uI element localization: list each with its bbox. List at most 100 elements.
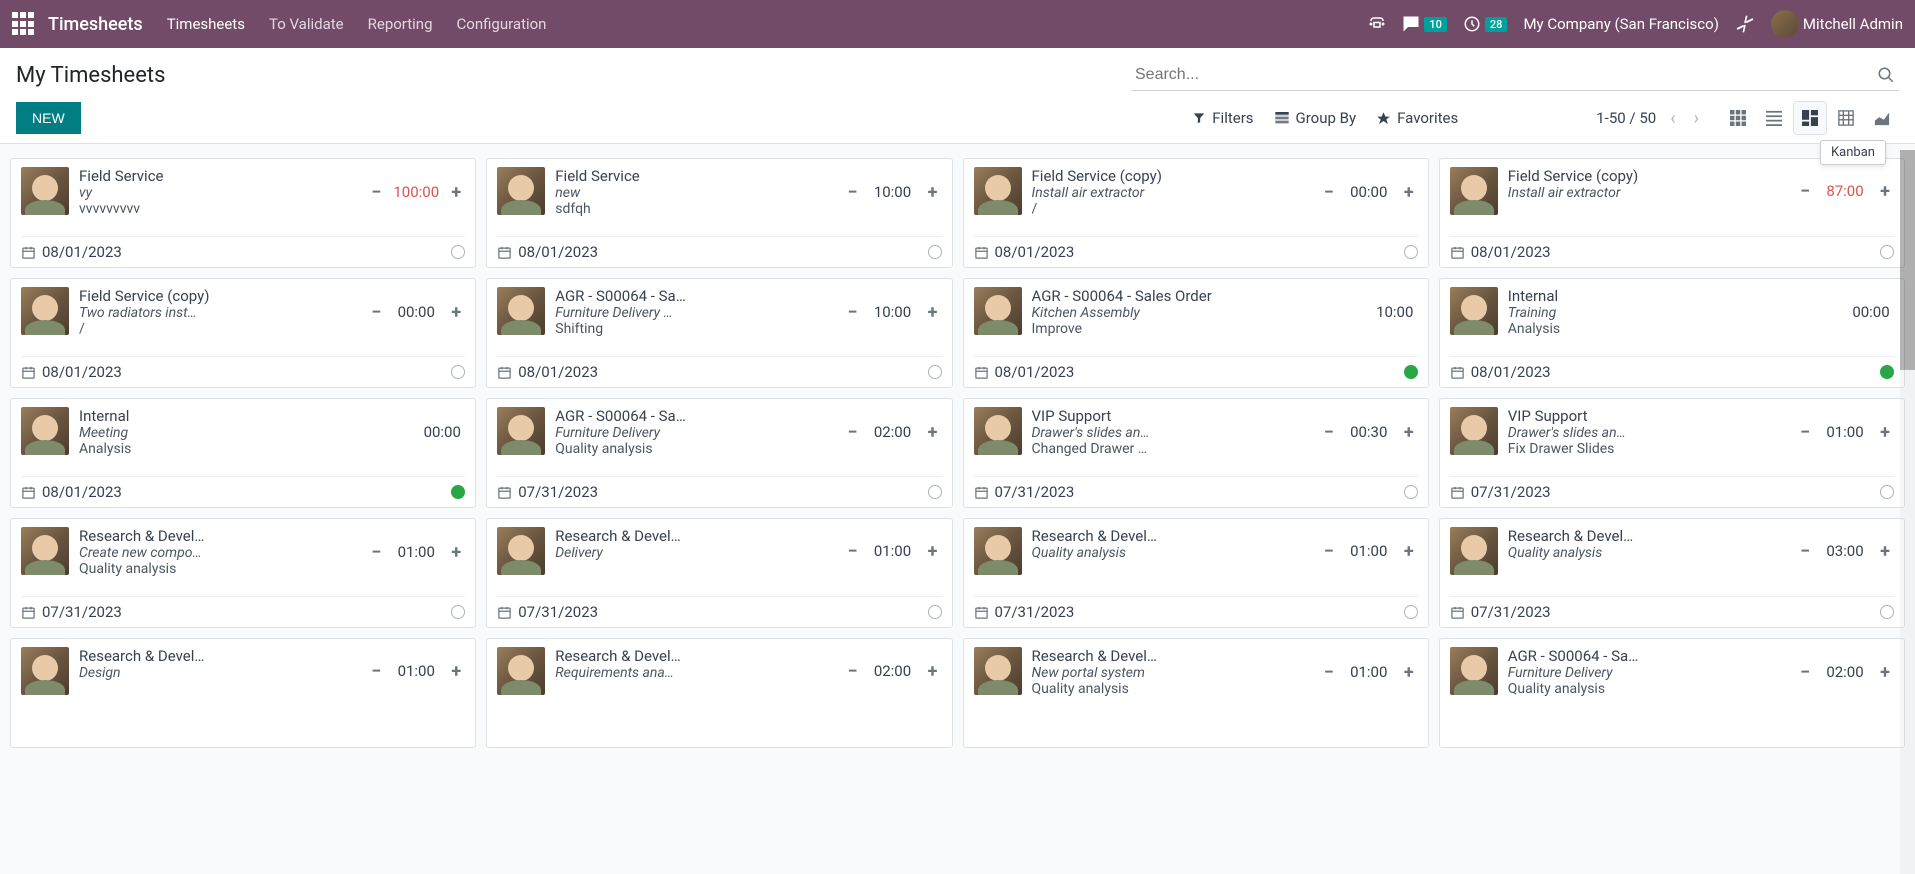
status-indicator[interactable] [1404, 365, 1418, 379]
status-indicator[interactable] [451, 605, 465, 619]
time-decrease-button[interactable]: − [844, 183, 862, 201]
status-indicator[interactable] [1880, 365, 1894, 379]
timesheet-card[interactable]: Field Service vy vvvvvvvvv − 100:00 + 08… [10, 158, 476, 268]
time-decrease-button[interactable]: − [1796, 182, 1814, 200]
groupby-dropdown[interactable]: Group By [1274, 109, 1357, 127]
time-increase-button[interactable]: + [924, 303, 942, 321]
timesheet-card[interactable]: Research & Devel… Requirements ana… − 02… [486, 638, 952, 748]
time-decrease-button[interactable]: − [844, 542, 862, 560]
timesheet-card[interactable]: Internal Training Analysis 00:00 08/01/2… [1439, 278, 1905, 388]
timesheet-card[interactable]: AGR - S00064 - Sales Order Kitchen Assem… [963, 278, 1429, 388]
pager-next[interactable]: › [1690, 108, 1703, 129]
timesheet-card[interactable]: Field Service new sdfqh − 10:00 + 08/01/… [486, 158, 952, 268]
time-decrease-button[interactable]: − [844, 423, 862, 441]
search-icon[interactable] [1873, 62, 1899, 88]
timesheet-card[interactable]: Field Service (copy) Install air extract… [963, 158, 1429, 268]
time-decrease-button[interactable]: − [844, 303, 862, 321]
timesheet-card[interactable]: AGR - S00064 - Sa… Furniture Delivery Qu… [1439, 638, 1905, 748]
timesheet-card[interactable]: Research & Devel… Quality analysis − 01:… [963, 518, 1429, 628]
timesheet-card[interactable]: Internal Meeting Analysis 00:00 08/01/20… [10, 398, 476, 508]
menu-configuration[interactable]: Configuration [457, 15, 547, 33]
timesheet-card[interactable]: Research & Devel… Quality analysis − 03:… [1439, 518, 1905, 628]
favorites-dropdown[interactable]: Favorites [1376, 109, 1458, 127]
time-decrease-button[interactable]: − [1796, 423, 1814, 441]
time-decrease-button[interactable]: − [367, 543, 385, 561]
scrollbar-thumb[interactable] [1900, 150, 1915, 370]
status-indicator[interactable] [451, 245, 465, 259]
time-decrease-button[interactable]: − [1320, 423, 1338, 441]
time-increase-button[interactable]: + [924, 183, 942, 201]
time-decrease-button[interactable]: − [1320, 663, 1338, 681]
time-increase-button[interactable]: + [447, 662, 465, 680]
time-decrease-button[interactable]: − [1796, 663, 1814, 681]
status-indicator[interactable] [1880, 245, 1894, 259]
menu-reporting[interactable]: Reporting [368, 15, 433, 33]
time-decrease-button[interactable]: − [1320, 542, 1338, 560]
timesheet-card[interactable]: AGR - S00064 - Sa… Furniture Delivery Qu… [486, 398, 952, 508]
view-graph-icon[interactable] [1865, 101, 1899, 135]
search-input[interactable] [1131, 60, 1873, 90]
time-increase-button[interactable]: + [447, 183, 465, 201]
timesheet-card[interactable]: Field Service (copy) Install air extract… [1439, 158, 1905, 268]
time-decrease-button[interactable]: − [367, 662, 385, 680]
view-kanban-icon[interactable]: Kanban [1793, 101, 1827, 135]
status-indicator[interactable] [1880, 605, 1894, 619]
status-indicator[interactable] [1880, 485, 1894, 499]
pager-prev[interactable]: ‹ [1666, 108, 1679, 129]
status-indicator[interactable] [928, 245, 942, 259]
timesheet-card[interactable]: Field Service (copy) Two radiators inst…… [10, 278, 476, 388]
app-brand[interactable]: Timesheets [48, 14, 143, 35]
time-decrease-button[interactable]: − [844, 662, 862, 680]
status-indicator[interactable] [1404, 245, 1418, 259]
filters-dropdown[interactable]: Filters [1192, 109, 1253, 127]
menu-timesheets[interactable]: Timesheets [167, 15, 245, 33]
time-decrease-button[interactable]: − [1796, 542, 1814, 560]
view-list-icon[interactable] [1757, 101, 1791, 135]
status-indicator[interactable] [1404, 485, 1418, 499]
time-increase-button[interactable]: + [1400, 183, 1418, 201]
company-switcher[interactable]: My Company (San Francisco) [1523, 15, 1718, 33]
user-menu[interactable]: Mitchell Admin [1771, 10, 1903, 38]
time-increase-button[interactable]: + [1876, 182, 1894, 200]
time-decrease-button[interactable]: − [1320, 183, 1338, 201]
timesheet-card[interactable]: Research & Devel… Create new compo… Qual… [10, 518, 476, 628]
timesheet-card[interactable]: VIP Support Drawer's slides an… Changed … [963, 398, 1429, 508]
timesheet-card[interactable]: Research & Devel… New portal system Qual… [963, 638, 1429, 748]
time-value: 00:30 [1346, 423, 1392, 441]
time-increase-button[interactable]: + [1400, 423, 1418, 441]
time-increase-button[interactable]: + [924, 542, 942, 560]
debug-icon[interactable] [1735, 14, 1755, 34]
time-decrease-button[interactable]: − [367, 183, 385, 201]
status-indicator[interactable] [451, 485, 465, 499]
time-increase-button[interactable]: + [1876, 663, 1894, 681]
time-increase-button[interactable]: + [447, 303, 465, 321]
status-indicator[interactable] [451, 365, 465, 379]
time-decrease-button[interactable]: − [367, 303, 385, 321]
pager-value[interactable]: 1-50 / 50 [1596, 109, 1656, 127]
scrollbar[interactable] [1900, 150, 1915, 874]
new-button[interactable]: NEW [16, 102, 81, 134]
time-increase-button[interactable]: + [1876, 542, 1894, 560]
view-pivot-icon[interactable] [1829, 101, 1863, 135]
status-indicator[interactable] [928, 365, 942, 379]
time-increase-button[interactable]: + [1400, 663, 1418, 681]
status-indicator[interactable] [928, 485, 942, 499]
timesheet-card[interactable]: Research & Devel… Design − 01:00 + [10, 638, 476, 748]
card-project: Field Service (copy) [79, 287, 357, 305]
apps-icon[interactable] [12, 12, 36, 36]
time-increase-button[interactable]: + [924, 423, 942, 441]
menu-to-validate[interactable]: To Validate [269, 15, 344, 33]
timesheet-card[interactable]: AGR - S00064 - Sa… Furniture Delivery … … [486, 278, 952, 388]
time-increase-button[interactable]: + [1400, 542, 1418, 560]
timesheet-card[interactable]: Research & Devel… Delivery − 01:00 + 07/… [486, 518, 952, 628]
timesheet-card[interactable]: VIP Support Drawer's slides an… Fix Draw… [1439, 398, 1905, 508]
status-indicator[interactable] [928, 605, 942, 619]
messaging-icon[interactable]: 10 [1402, 15, 1447, 33]
view-kanban-small-icon[interactable] [1721, 101, 1755, 135]
time-increase-button[interactable]: + [447, 543, 465, 561]
time-increase-button[interactable]: + [1876, 423, 1894, 441]
phone-icon[interactable] [1368, 15, 1386, 33]
time-increase-button[interactable]: + [924, 662, 942, 680]
activities-icon[interactable]: 28 [1463, 15, 1508, 33]
status-indicator[interactable] [1404, 605, 1418, 619]
